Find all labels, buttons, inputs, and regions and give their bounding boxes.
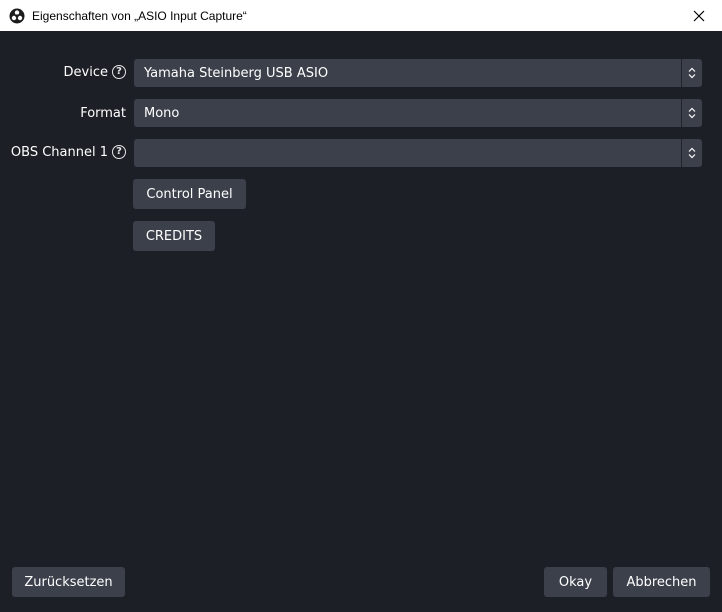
title-bar: Eigenschaften von „ASIO Input Capture“ xyxy=(0,0,722,31)
device-label-group: Device ? xyxy=(64,58,126,86)
help-icon[interactable]: ? xyxy=(112,65,126,79)
control-panel-button[interactable]: Control Panel xyxy=(133,179,246,209)
cancel-button[interactable]: Abbrechen xyxy=(613,567,710,597)
ok-button[interactable]: Okay xyxy=(544,567,607,597)
device-label: Device xyxy=(63,64,108,80)
obs-channel-1-select[interactable] xyxy=(134,139,702,167)
chevron-updown-icon xyxy=(681,99,702,127)
credits-button[interactable]: CREDITS xyxy=(133,221,215,251)
properties-dialog-body: Device ? Yamaha Steinberg USB ASIO Forma… xyxy=(1,31,721,611)
close-icon xyxy=(693,10,705,21)
close-button[interactable] xyxy=(676,0,722,31)
help-icon[interactable]: ? xyxy=(112,145,126,159)
format-select[interactable]: Mono xyxy=(134,99,702,127)
format-select-value: Mono xyxy=(144,105,180,121)
chevron-updown-icon xyxy=(681,139,702,167)
reset-button[interactable]: Zurücksetzen xyxy=(12,567,125,597)
window-title: Eigenschaften von „ASIO Input Capture“ xyxy=(32,8,247,23)
obs-channel-1-label-group: OBS Channel 1 ? xyxy=(11,138,126,166)
device-select-value: Yamaha Steinberg USB ASIO xyxy=(144,65,329,81)
format-label: Format xyxy=(80,105,126,121)
obs-channel-1-label: OBS Channel 1 xyxy=(10,144,108,160)
chevron-updown-icon xyxy=(681,59,702,87)
obs-logo-icon xyxy=(9,8,25,24)
device-select[interactable]: Yamaha Steinberg USB ASIO xyxy=(134,59,702,87)
format-label-group: Format xyxy=(80,99,126,127)
